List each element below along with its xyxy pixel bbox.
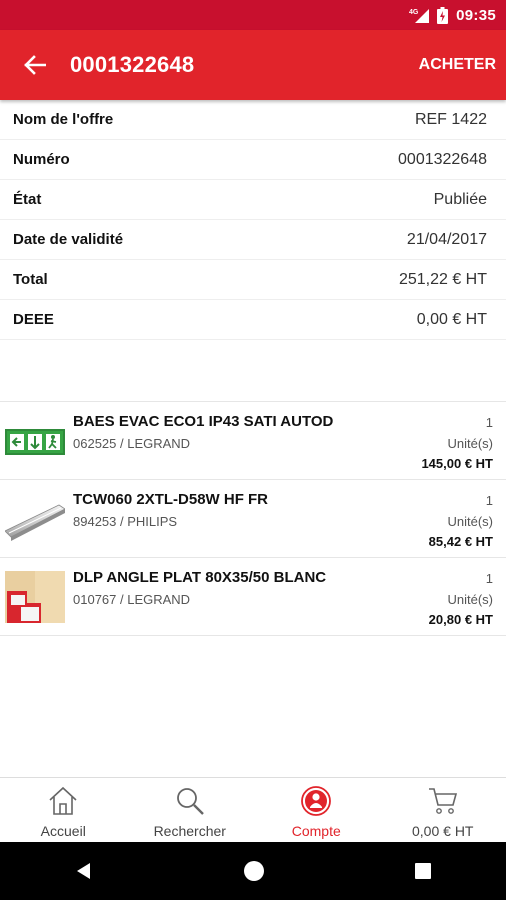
nav-label: Rechercher	[153, 823, 226, 839]
exit-sign-image	[5, 415, 65, 467]
bottom-navigation: Accueil Rechercher Compte 0,00 € HT	[0, 777, 506, 842]
system-home-icon[interactable]	[243, 860, 265, 882]
detail-label: État	[13, 191, 42, 208]
product-qty: 1	[485, 415, 493, 430]
system-navigation-bar	[0, 842, 506, 900]
list-item[interactable]: DLP ANGLE PLAT 80X35/50 BLANC 010767 / L…	[0, 558, 506, 636]
svg-text:4G: 4G	[409, 9, 419, 16]
detail-row-state: État Publiée	[0, 180, 506, 220]
detail-value: REF 1422	[414, 110, 487, 128]
status-bar: 4G 09:35	[0, 0, 506, 30]
product-ref: 894253 / PHILIPS	[73, 514, 178, 529]
detail-value: 0001322648	[398, 150, 487, 168]
back-button[interactable]	[0, 30, 70, 100]
nav-item-account[interactable]: Compte	[253, 778, 380, 842]
product-qty: 1	[485, 493, 493, 508]
list-item[interactable]: TCW060 2XTL-D58W HF FR 894253 / PHILIPS …	[0, 480, 506, 558]
detail-value: 251,22 € HT	[398, 270, 487, 288]
product-price: 85,42 € HT	[428, 534, 493, 549]
detail-row-deee: DEEE 0,00 € HT	[0, 300, 506, 340]
detail-row-number: Numéro 0001322648	[0, 140, 506, 180]
product-unit: Unité(s)	[447, 436, 493, 451]
product-ref: 010767 / LEGRAND	[73, 592, 191, 607]
product-price: 20,80 € HT	[428, 612, 493, 627]
tube-light-image	[4, 493, 66, 545]
detail-row-offer-name: Nom de l'offre REF 1422	[0, 100, 506, 140]
product-ref: 062525 / LEGRAND	[73, 436, 191, 451]
signal-icon: 4G	[409, 7, 430, 23]
system-back-icon[interactable]	[74, 861, 94, 881]
detail-value: 21/04/2017	[406, 230, 487, 248]
detail-label: Numéro	[13, 151, 70, 168]
product-name: BAES EVAC ECO1 IP43 SATI AUTOD	[73, 413, 334, 430]
search-icon	[176, 788, 204, 815]
detail-label: DEEE	[13, 311, 54, 328]
status-time: 09:35	[456, 6, 496, 24]
system-recents-icon[interactable]	[414, 862, 432, 880]
detail-label: Date de validité	[13, 231, 124, 248]
detail-row-validity-date: Date de validité 21/04/2017	[0, 220, 506, 260]
nav-item-search[interactable]: Rechercher	[127, 778, 254, 842]
detail-label: Total	[13, 271, 48, 288]
buy-button[interactable]: ACHETER	[419, 56, 496, 74]
battery-icon	[437, 6, 449, 24]
nav-label: Compte	[291, 823, 341, 839]
arrow-back-icon	[24, 55, 46, 75]
cart-icon	[428, 788, 457, 814]
list-item[interactable]: BAES EVAC ECO1 IP43 SATI AUTOD 062525 / …	[0, 402, 506, 480]
page-title: 0001322648	[70, 52, 195, 77]
product-list: BAES EVAC ECO1 IP43 SATI AUTOD 062525 / …	[0, 401, 506, 636]
nav-item-cart[interactable]: 0,00 € HT	[380, 778, 506, 842]
product-qty: 1	[485, 571, 493, 586]
detail-row-total: Total 251,22 € HT	[0, 260, 506, 300]
cable-trunking-angle-image	[5, 571, 65, 623]
home-icon	[49, 786, 77, 815]
detail-value: 0,00 € HT	[416, 310, 487, 328]
offer-details: Nom de l'offre REF 1422 Numéro 000132264…	[0, 100, 506, 340]
product-unit: Unité(s)	[447, 514, 493, 529]
product-name: DLP ANGLE PLAT 80X35/50 BLANC	[73, 569, 327, 586]
detail-value: Publiée	[433, 190, 487, 208]
nav-label: Accueil	[40, 823, 86, 839]
nav-label: 0,00 € HT	[412, 823, 474, 839]
detail-label: Nom de l'offre	[13, 111, 114, 128]
nav-item-home[interactable]: Accueil	[0, 778, 127, 842]
app-bar: 0001322648 ACHETER	[0, 30, 506, 100]
product-name: TCW060 2XTL-D58W HF FR	[73, 491, 269, 508]
product-price: 145,00 € HT	[421, 456, 493, 471]
account-icon	[301, 786, 332, 816]
product-unit: Unité(s)	[447, 592, 493, 607]
